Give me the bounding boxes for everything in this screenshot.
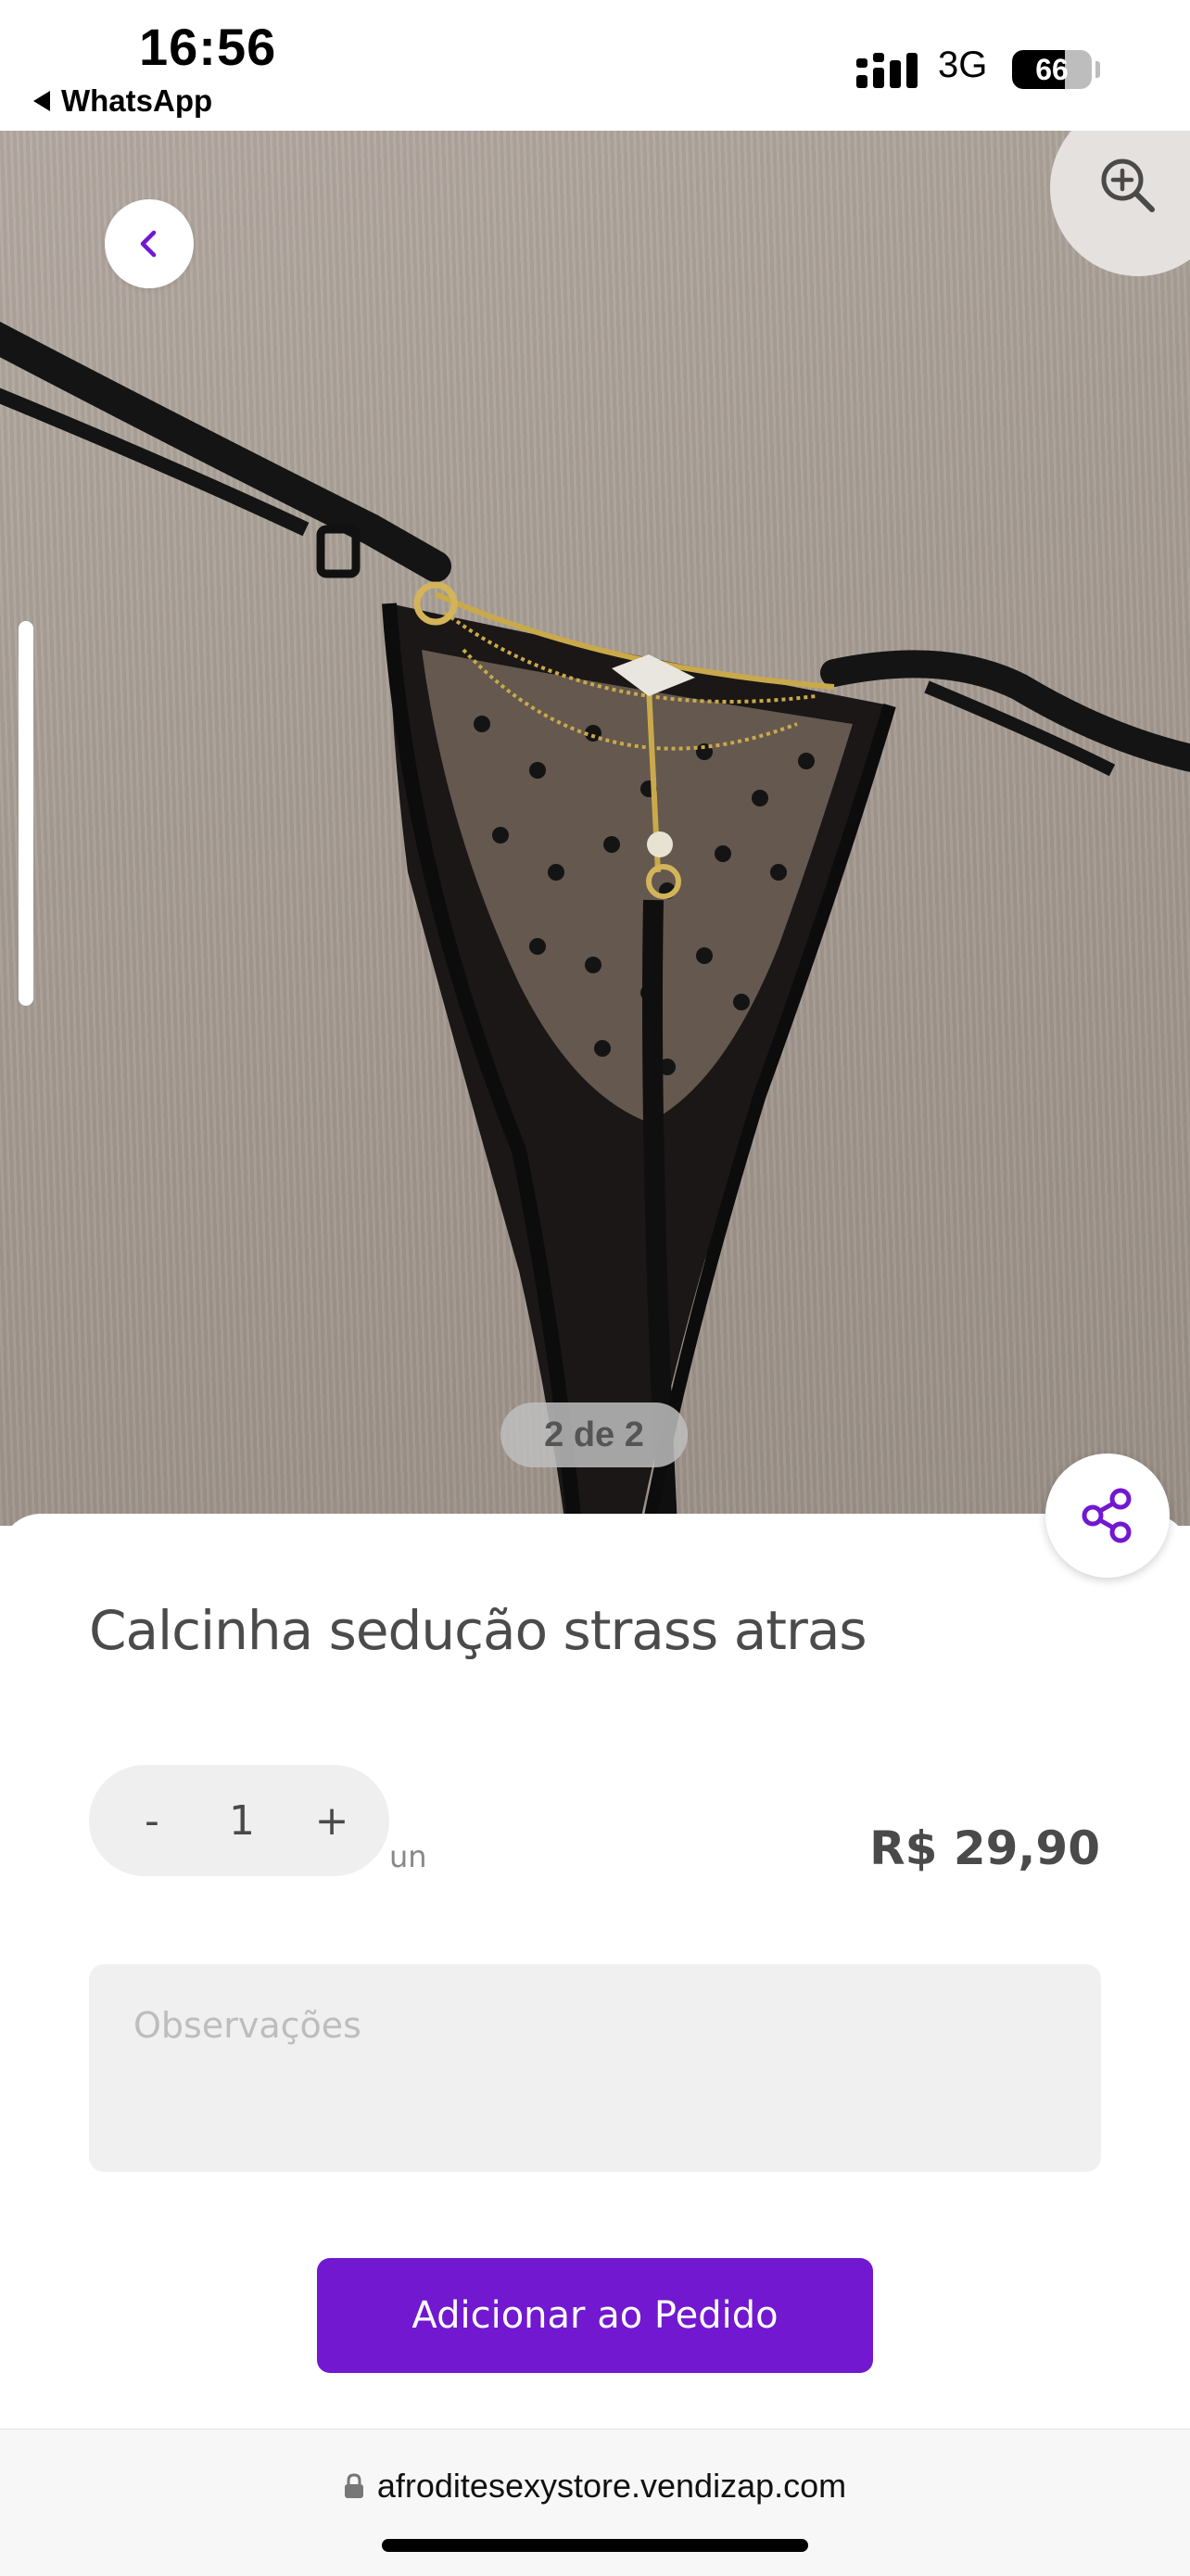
notes-placeholder: Observações <box>133 2005 361 2046</box>
share-button[interactable] <box>1045 1453 1170 1578</box>
battery-level: 66 <box>1035 52 1069 86</box>
image-page-counter: 2 de 2 <box>500 1402 688 1467</box>
product-title: Calcinha sedução strass atras <box>89 1599 867 1662</box>
decrement-button[interactable]: - <box>133 1797 171 1845</box>
scrollbar[interactable] <box>19 621 33 1006</box>
back-button[interactable] <box>105 199 194 288</box>
back-app-label: WhatsApp <box>61 83 213 118</box>
share-icon <box>1082 1488 1132 1543</box>
signal-strength-icon <box>856 53 918 88</box>
network-type: 3G <box>938 44 988 85</box>
home-indicator[interactable] <box>382 2539 808 2552</box>
zoom-in-icon <box>1101 159 1155 212</box>
back-triangle-icon <box>33 91 50 111</box>
status-time: 16:56 <box>139 18 277 76</box>
lock-icon <box>344 2473 363 2498</box>
status-bar: 16:56 WhatsApp 3G 66 <box>0 0 1190 131</box>
product-image[interactable] <box>0 131 1190 1526</box>
product-photo-illustration <box>0 322 1190 1526</box>
battery-tip <box>1095 61 1100 78</box>
unit-label: un <box>389 1839 427 1874</box>
product-price: R$ 29,90 <box>869 1821 1100 1875</box>
back-to-app-link[interactable]: WhatsApp <box>33 83 212 119</box>
increment-button[interactable]: + <box>313 1797 350 1845</box>
notes-field[interactable]: Observações <box>89 1964 1101 2172</box>
battery-icon: 66 <box>1012 50 1092 89</box>
browser-address-bar[interactable]: afroditesexystore.vendizap.com <box>0 2429 1190 2576</box>
chevron-left-icon <box>140 230 157 258</box>
add-to-order-button[interactable]: Adicionar ao Pedido <box>317 2258 873 2373</box>
url-display[interactable]: afroditesexystore.vendizap.com <box>0 2467 1190 2506</box>
quantity-stepper: - 1 + <box>89 1765 389 1876</box>
quantity-value[interactable]: 1 <box>229 1797 255 1845</box>
url-text: afroditesexystore.vendizap.com <box>376 2467 847 2505</box>
